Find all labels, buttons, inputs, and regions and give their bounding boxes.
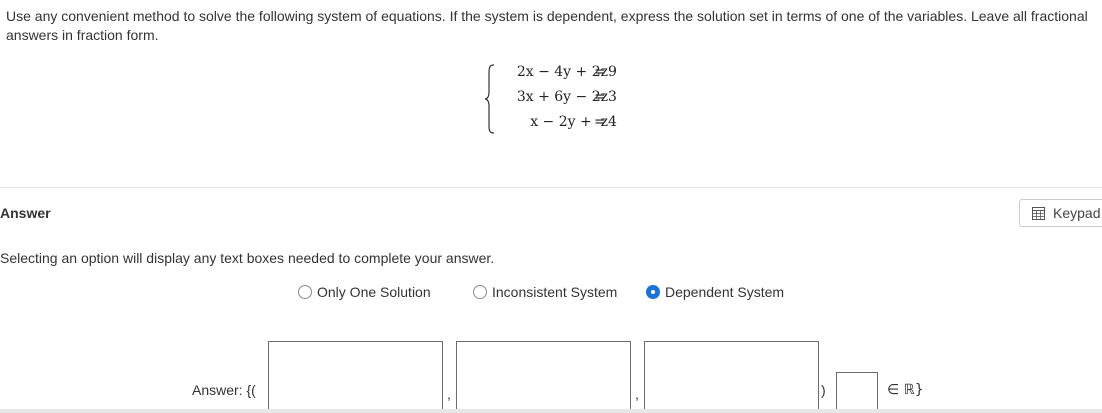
option-inconsistent-system[interactable]: Inconsistent System	[473, 283, 617, 301]
keypad-icon	[1032, 206, 1045, 220]
equation-3-rhs: 4	[608, 114, 617, 130]
section-divider	[0, 187, 1102, 188]
answer-instruction: Selecting an option will display any tex…	[0, 250, 495, 266]
separator-1: ,	[447, 386, 451, 402]
close-paren: )	[821, 382, 826, 398]
option-inconsistent-system-label: Inconsistent System	[492, 284, 618, 300]
option-only-one-solution-label: Only One Solution	[317, 284, 431, 300]
radio-inconsistent-system[interactable]	[473, 285, 487, 299]
keypad-button[interactable]: Keypad	[1019, 199, 1102, 227]
equation-1-rhs: 9	[608, 64, 617, 80]
answer-prefix: Answer: {(	[192, 382, 256, 398]
equation-2-equals: =	[594, 89, 606, 105]
equation-2-rhs: 3	[608, 89, 617, 105]
equation-system: 2x − 4y + 2z = 9 3x + 6y − 2z = 3 x − 2y…	[484, 62, 644, 138]
left-brace-icon	[484, 64, 495, 134]
equation-3-equals: =	[594, 114, 606, 130]
option-dependent-system-label: Dependent System	[665, 284, 785, 300]
radio-only-one-solution[interactable]	[298, 285, 312, 299]
page: Use any convenient method to solve the f…	[0, 0, 1102, 413]
equation-2: 3x + 6y − 2z = 3	[498, 89, 644, 111]
set-tail: ∈ ℝ}	[887, 382, 924, 398]
equation-1-equals: =	[594, 64, 606, 80]
option-only-one-solution[interactable]: Only One Solution	[298, 283, 431, 301]
parameter-input[interactable]	[836, 372, 878, 413]
answer-heading: Answer	[0, 205, 51, 221]
equation-1: 2x − 4y + 2z = 9	[498, 64, 644, 86]
bottom-bar	[0, 409, 1102, 413]
option-dependent-system[interactable]: Dependent System	[646, 283, 784, 301]
answer-z-input[interactable]	[644, 341, 819, 413]
keypad-label: Keypad	[1053, 205, 1101, 221]
separator-2: ,	[635, 386, 639, 402]
radio-dependent-system[interactable]	[646, 285, 660, 299]
answer-y-input[interactable]	[456, 341, 631, 413]
question-text: Use any convenient method to solve the f…	[6, 8, 1088, 43]
equation-3: x − 2y + z = 4	[498, 114, 644, 136]
answer-x-input[interactable]	[268, 341, 443, 413]
